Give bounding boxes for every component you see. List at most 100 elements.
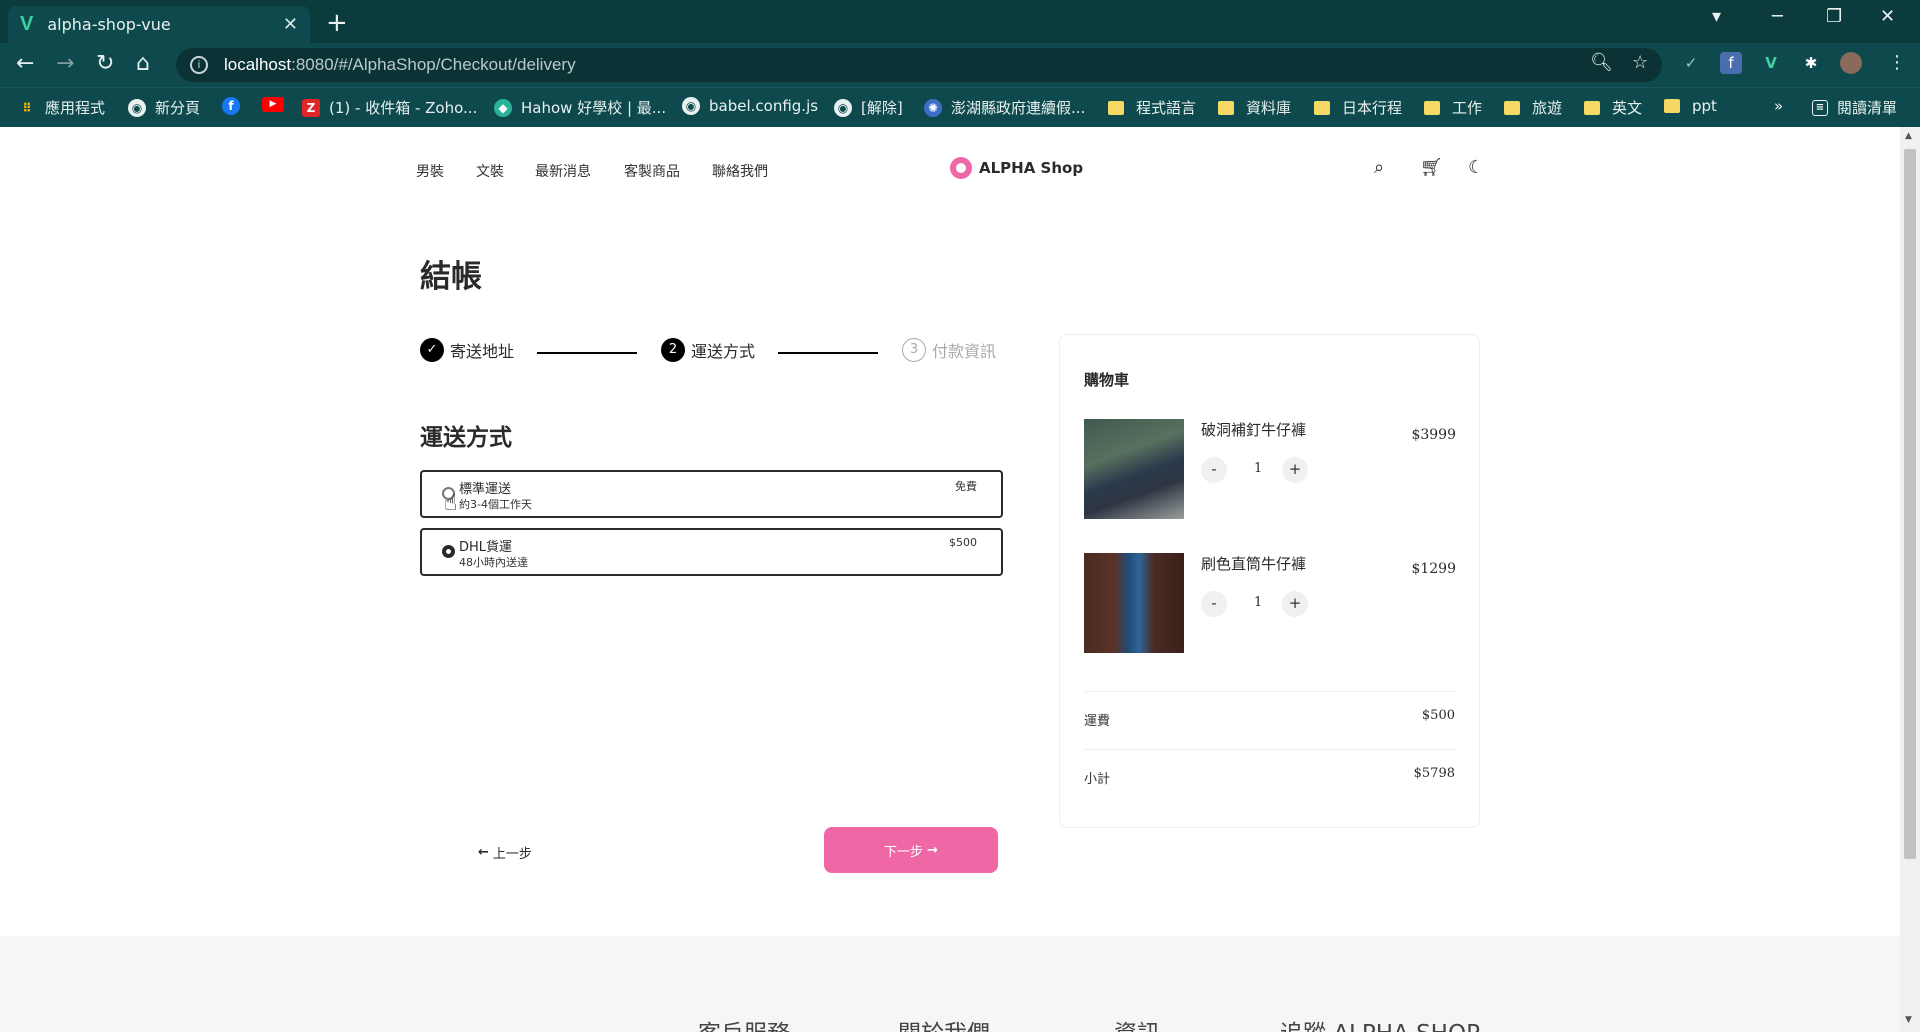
search-icon[interactable]: ⌕ — [1374, 157, 1384, 178]
site-info-icon[interactable]: i — [190, 56, 208, 74]
bookmark-babel[interactable]: ◉ babel.config.js — [682, 97, 818, 115]
browser-toolbar: ← → ↻ ⌂ i localhost:8080/#/AlphaShop/Che… — [0, 43, 1920, 87]
profile-avatar[interactable] — [1840, 52, 1862, 74]
bookmark-zoho[interactable]: Z (1) - 收件箱 - Zoho... — [302, 97, 477, 118]
bookmark-facebook[interactable]: f — [222, 97, 249, 115]
item-price: $1299 — [1411, 561, 1456, 577]
bookmark-hahow[interactable]: ◆ Hahow 好學校 | 最... — [494, 97, 666, 118]
step-label: 付款資訊 — [932, 342, 997, 361]
bookmark-penghu[interactable]: ✺ 澎湖縣政府連續假... — [924, 97, 1085, 118]
shipping-fee-value: $500 — [1421, 708, 1455, 723]
extension-vue-icon[interactable]: V — [1760, 52, 1782, 74]
extensions-puzzle-icon[interactable]: ✱ — [1800, 52, 1822, 74]
prev-step-button[interactable]: ← 上一步 — [478, 843, 532, 862]
step-connector — [537, 352, 637, 354]
subtotal-value: $5798 — [1413, 766, 1455, 781]
bookmark-folder-english[interactable]: 英文 — [1584, 97, 1642, 118]
home-icon[interactable]: ⌂ — [136, 51, 150, 76]
footer-follow: 追蹤 ALPHA SHOP — [1280, 1014, 1480, 1032]
nav-contact[interactable]: 聯絡我們 — [712, 161, 768, 181]
facebook-icon: f — [222, 97, 240, 115]
globe-icon: ◉ — [682, 97, 700, 115]
step-number: 2 — [661, 338, 685, 362]
scroll-up-icon[interactable]: ▲ — [1905, 131, 1912, 141]
page-scrollbar[interactable]: ▲ ▼ — [1900, 127, 1920, 1032]
bookmark-unlock[interactable]: ◉ [解除] — [834, 97, 903, 118]
nav-women[interactable]: 文裝 — [476, 161, 504, 181]
bookmark-new-tab[interactable]: ◉ 新分頁 — [128, 97, 200, 118]
more-bookmarks-button[interactable]: » — [1774, 97, 1783, 115]
nav-news[interactable]: 最新消息 — [535, 161, 591, 181]
nav-men[interactable]: 男裝 — [416, 161, 444, 181]
address-bar[interactable]: i localhost:8080/#/AlphaShop/Checkout/de… — [176, 48, 1662, 82]
zoom-icon[interactable]: 🔍︎ — [1590, 52, 1613, 73]
bookmarks-bar: ⠿ 應用程式 ◉ 新分頁 f ▶ Z (1) - 收件箱 - Zoho... ◆ Hah… — [0, 87, 1920, 127]
bookmark-folder-programming[interactable]: 程式語言 — [1108, 97, 1196, 118]
increase-qty-button[interactable]: + — [1282, 457, 1308, 483]
brand-name: ALPHA Shop — [979, 159, 1084, 177]
brand-logo[interactable]: ALPHA Shop — [950, 157, 1083, 179]
item-name: 刷色直筒牛仔褲 — [1201, 555, 1307, 573]
forward-icon[interactable]: → — [56, 51, 74, 76]
minimize-icon[interactable]: ─ — [1772, 6, 1783, 27]
radio-button-selected[interactable] — [442, 545, 455, 558]
bookmark-folder-database[interactable]: 資料庫 — [1218, 97, 1291, 118]
bookmark-youtube[interactable]: ▶ — [262, 97, 293, 112]
folder-icon — [1584, 100, 1600, 115]
shipping-price: 免費 — [955, 480, 977, 493]
menu-icon[interactable]: ⋮ — [1888, 52, 1906, 73]
scroll-down-icon[interactable]: ▼ — [1905, 1015, 1912, 1025]
shipping-option-dhl[interactable]: DHL貨運 48小時內送達 $500 — [420, 528, 1003, 576]
new-tab-button[interactable]: + — [326, 8, 348, 38]
reading-list-button[interactable]: ≡ 閱讀清單 — [1812, 97, 1897, 118]
decrease-qty-button[interactable]: - — [1201, 591, 1227, 617]
footer-info: 資訊 — [1114, 1014, 1160, 1032]
reload-icon[interactable]: ↻ — [96, 51, 114, 76]
folder-icon — [1314, 100, 1330, 115]
browser-tab[interactable]: V alpha-shop-vue ✕ — [8, 6, 310, 43]
step-number: 3 — [902, 338, 926, 362]
close-window-icon[interactable]: ✕ — [1880, 6, 1895, 27]
subtotal-label: 小計 — [1084, 772, 1111, 787]
nav-custom[interactable]: 客製商品 — [624, 161, 680, 181]
zoho-icon: Z — [302, 98, 320, 117]
extension-check-icon[interactable]: ✓ — [1680, 52, 1702, 74]
cart-icon[interactable]: 🛒︎ — [1420, 157, 1443, 178]
dark-mode-moon-icon[interactable]: ☾ — [1468, 157, 1484, 178]
profile-dropdown-icon[interactable]: ▾ — [1712, 6, 1721, 27]
increase-qty-button[interactable]: + — [1282, 591, 1308, 617]
folder-icon — [1504, 100, 1520, 115]
shipping-option-standard[interactable]: 標準運送 約3-4個工作天 免費 — [420, 470, 1003, 518]
restore-icon[interactable]: ❐ — [1826, 6, 1842, 27]
check-icon: ✓ — [420, 338, 444, 362]
bookmark-folder-japan[interactable]: 日本行程 — [1314, 97, 1402, 118]
back-icon[interactable]: ← — [16, 51, 34, 76]
bookmark-folder-travel[interactable]: 旅遊 — [1504, 97, 1562, 118]
product-image — [1084, 419, 1184, 519]
hahow-icon: ◆ — [494, 98, 512, 117]
decrease-qty-button[interactable]: - — [1201, 457, 1227, 483]
bookmark-folder-work[interactable]: 工作 — [1424, 97, 1482, 118]
divider — [1084, 749, 1456, 750]
section-title: 運送方式 — [420, 425, 512, 451]
scrollbar-thumb[interactable] — [1904, 149, 1916, 859]
extension-f-icon[interactable]: f — [1720, 52, 1742, 74]
close-tab-icon[interactable]: ✕ — [283, 14, 298, 35]
item-price: $3999 — [1411, 427, 1456, 443]
bookmark-folder-ppt[interactable]: ppt — [1664, 97, 1717, 115]
checkout-stepper: ✓ 寄送地址 2 運送方式 3 付款資訊 — [420, 338, 1000, 368]
globe-icon: ◉ — [834, 98, 852, 117]
bookmark-star-icon[interactable]: ☆ — [1632, 52, 1648, 73]
apps-grid-icon: ⠿ — [22, 100, 32, 115]
item-qty: 1 — [1254, 461, 1263, 476]
alpha-logo-icon — [950, 157, 972, 179]
folder-icon — [1218, 100, 1234, 115]
step-label: 運送方式 — [691, 342, 756, 361]
next-step-button[interactable]: 下一步 → — [824, 827, 998, 873]
url-host: localhost — [224, 55, 292, 74]
bookmark-apps[interactable]: ⠿ 應用程式 — [18, 97, 105, 118]
footer-customer-service: 客戶服務 — [698, 1014, 790, 1032]
item-name: 破洞補釘牛仔褲 — [1201, 421, 1307, 439]
folder-icon — [1424, 100, 1440, 115]
shipping-fee-label: 運費 — [1084, 714, 1111, 729]
